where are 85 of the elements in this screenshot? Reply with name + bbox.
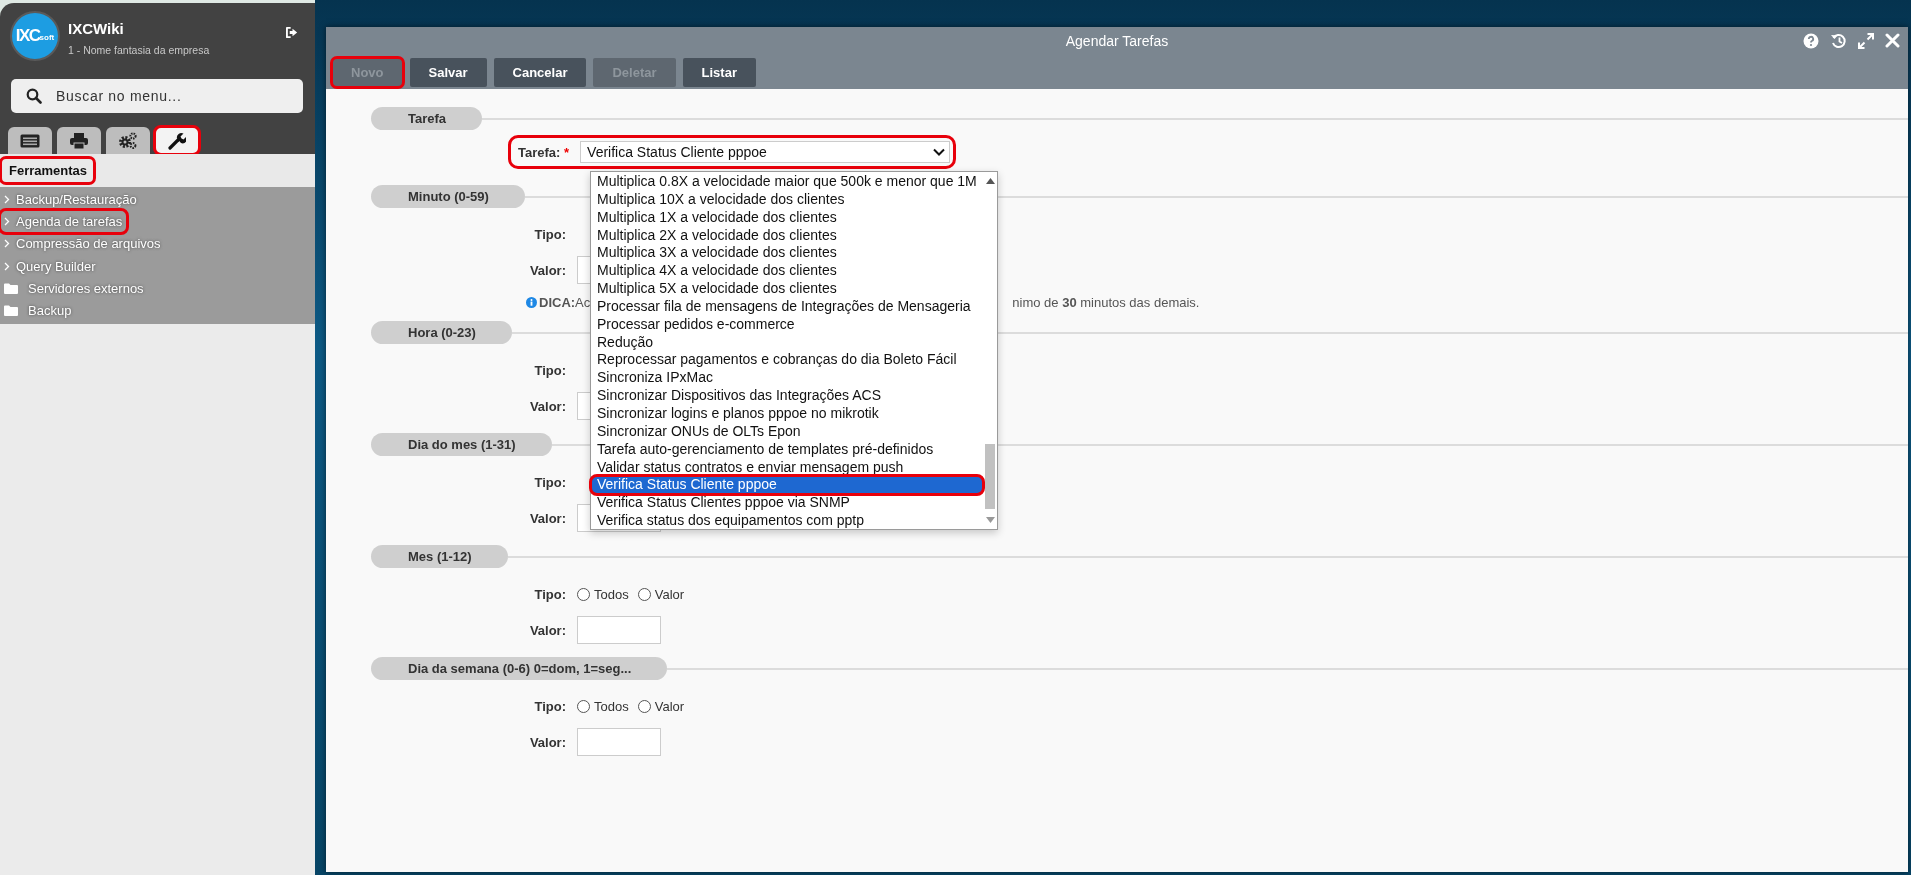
chevron-icon — [4, 194, 10, 204]
chevron-icon — [4, 216, 10, 226]
task-select[interactable]: Tarefa: * Verifica Status Cliente pppoe — [511, 138, 954, 166]
dropdown-option[interactable]: Multiplica 10X a velocidade dos clientes — [591, 190, 983, 209]
section-header: Mes (1-12) — [371, 545, 508, 568]
toolbar-button[interactable]: Listar — [682, 57, 756, 87]
dropdown-option[interactable]: Sincronizar ONUs de OLTs Epon — [591, 422, 983, 441]
search-icon — [26, 88, 42, 104]
dropdown-option[interactable]: Sincronizar logins e planos pppoe no mikrotik — [591, 404, 983, 423]
menu-tab[interactable] — [8, 127, 52, 154]
field-label: Tipo: — [533, 586, 567, 602]
logout-icon[interactable] — [285, 26, 300, 39]
field-label: Tipo: — [533, 362, 567, 378]
radio-label: Todos — [594, 698, 629, 714]
field-label: Valor: — [528, 622, 567, 638]
tip-text: DICA:Ac — [539, 294, 591, 310]
dropdown-option[interactable]: Validar status contratos e enviar mensagem push — [591, 458, 983, 477]
select-value: Verifica Status Cliente pppoe — [580, 141, 951, 163]
menu-tab[interactable] — [57, 127, 101, 154]
dropdown-option[interactable]: Verifica Status Cliente pppoe — [591, 476, 983, 495]
wrench-icon — [168, 131, 186, 150]
scroll-down-icon[interactable] — [985, 517, 995, 523]
info-icon — [526, 296, 537, 308]
dropdown-option[interactable]: Processar fila de mensagens de Integrações de Mensageria — [591, 297, 983, 316]
scroll-thumb[interactable] — [985, 444, 995, 509]
dropdown-option[interactable]: Multiplica 2X a velocidade dos clientes — [591, 226, 983, 245]
folder-icon — [4, 282, 18, 294]
field-label: Tipo: — [533, 226, 567, 242]
field-label: Valor: — [528, 262, 567, 278]
caret-icon — [933, 148, 946, 156]
radio-label: Valor — [654, 698, 685, 714]
field-label: Tipo: — [533, 474, 567, 490]
section-header: Dia do mes (1-31) — [371, 433, 552, 456]
search-field[interactable]: Buscar no menu... — [11, 79, 303, 113]
company-name: 1 - Nome fantasia da empresa — [68, 44, 211, 56]
input-field[interactable] — [577, 616, 661, 644]
chevron-icon — [4, 239, 10, 249]
dropdown-option[interactable]: Multiplica 5X a velocidade dos clientes — [591, 280, 983, 298]
dropdown-option[interactable]: Verifica Status Clientes pppoe via SNMP — [591, 494, 983, 513]
folder-icon — [4, 305, 18, 317]
help-icon[interactable] — [1803, 33, 1819, 49]
radio-label: Valor — [654, 586, 685, 602]
section-header: Tarefa — [371, 107, 483, 130]
dropdown-option[interactable]: Reprocessar pagamentos e cobranças do dia Boleto Fácil — [591, 351, 983, 370]
tip-text: nimo de 30 minutos das demais. — [1012, 294, 1200, 310]
menu-tab[interactable] — [155, 127, 199, 154]
history-icon[interactable] — [1830, 33, 1847, 49]
dropdown-option[interactable]: Multiplica 3X a velocidade dos clientes — [591, 244, 983, 263]
dropdown-option[interactable]: Processar pedidos e-commerce — [591, 315, 983, 334]
section-header: Dia da semana (0-6) 0=dom, 1=seg... — [371, 657, 668, 680]
dropdown-option[interactable]: Sincroniza IPxMac — [591, 369, 983, 388]
list-icon — [20, 133, 40, 148]
scroll-up-icon[interactable] — [985, 178, 995, 184]
close-icon[interactable] — [1885, 33, 1900, 48]
toolbar-button[interactable]: Cancelar — [493, 57, 587, 87]
toolbar-button[interactable]: Salvar — [409, 57, 487, 87]
dropdown-option[interactable]: Multiplica 1X a velocidade dos clientes — [591, 208, 983, 227]
brand-name: IXCWiki — [68, 20, 125, 37]
window-title: Agendar Tarefas — [1065, 33, 1169, 49]
section-header: Minuto (0-59) — [371, 185, 525, 208]
field-label: Valor: — [528, 734, 567, 750]
dropdown-option[interactable]: Sincronizar Dispositivos das Integrações ACS — [591, 387, 983, 405]
field-label: Valor: — [528, 510, 567, 526]
input-field[interactable] — [577, 728, 661, 756]
radio-button[interactable] — [577, 699, 590, 713]
dropdown-option[interactable]: Multiplica 4X a velocidade dos clientes — [591, 262, 983, 281]
menu-tab[interactable] — [106, 127, 150, 154]
radio-button[interactable] — [637, 699, 651, 713]
chevron-icon — [4, 261, 10, 271]
dropdown-option[interactable]: Multiplica 0.8X a velocidade maior que 500k e menor que 1M — [591, 173, 983, 191]
field-label: Tarefa: * — [517, 144, 571, 160]
field-label: Tipo: — [533, 698, 567, 714]
logo-icon: IXCsoft — [10, 11, 60, 61]
section-heading: Ferramentas — [0, 157, 96, 184]
dropdown-option[interactable]: Tarefa auto-gerenciamento de templates pré-definidos — [591, 440, 983, 459]
dropdown-option[interactable]: Verifica status dos equipamentos com pptp — [591, 512, 983, 530]
radio-button[interactable] — [577, 587, 590, 601]
gears-icon — [118, 131, 138, 150]
dropdown-option[interactable]: Redução — [591, 333, 983, 352]
expand-icon[interactable] — [1858, 33, 1874, 49]
field-label: Valor: — [528, 398, 567, 414]
radio-label: Todos — [594, 586, 629, 602]
radio-button[interactable] — [637, 587, 651, 601]
printer-icon — [70, 132, 88, 149]
section-header: Hora (0-23) — [371, 321, 512, 344]
